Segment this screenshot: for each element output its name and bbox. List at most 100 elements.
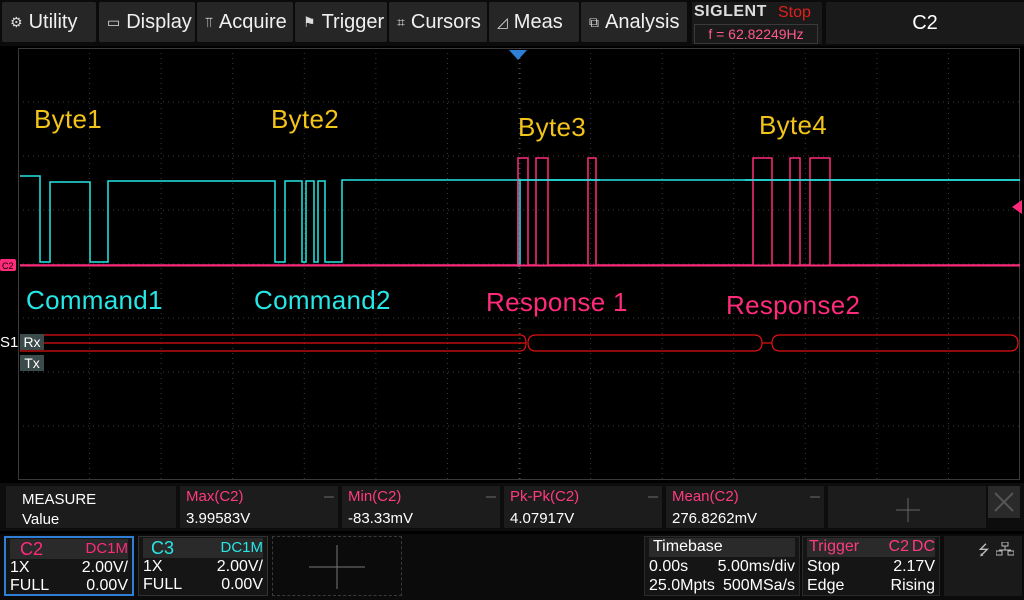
decode-bus-label: S1 bbox=[0, 334, 19, 351]
menu-display[interactable]: ▭ Display bbox=[99, 2, 195, 42]
c3-offset: 0.00V bbox=[221, 576, 263, 593]
menu-acquire[interactable]: ⫪ Acquire bbox=[197, 2, 293, 42]
annotation-byte2: Byte2 bbox=[271, 104, 339, 134]
c3-scale: 2.00V/ bbox=[216, 558, 263, 575]
menu-trigger[interactable]: ⚑ Trigger bbox=[295, 2, 387, 42]
trigger-header: Trigger C2 DC bbox=[807, 538, 935, 557]
c2-ground-marker-label: C2 bbox=[2, 261, 14, 271]
timebase-delay: 0.00s bbox=[649, 558, 689, 575]
timebase-header: Timebase bbox=[649, 538, 795, 557]
trigger-coupling: DC bbox=[911, 538, 935, 555]
c3-header: C3 DC1M bbox=[143, 538, 263, 558]
measure-mean-value: 276.8262mV bbox=[672, 510, 758, 527]
decode-tx-label: Tx bbox=[20, 355, 44, 371]
connectivity-panel: ⭍ bbox=[944, 536, 1022, 596]
c3-coupling: DC1M bbox=[220, 539, 263, 556]
annotation-byte1: Byte1 bbox=[34, 104, 102, 134]
decode-rx-label: Rx bbox=[20, 334, 44, 350]
measure-max-divider bbox=[324, 496, 334, 498]
measure-add-slot[interactable] bbox=[828, 486, 986, 528]
network-icon bbox=[996, 542, 1014, 556]
trigger-source: C2 bbox=[888, 538, 909, 555]
ruler-icon: ◿ bbox=[497, 13, 508, 30]
measure-pkpk-name: Pk-Pk(C2) bbox=[510, 488, 580, 505]
selected-channel[interactable]: C2 bbox=[826, 2, 1024, 44]
measure-mean-name: Mean(C2) bbox=[672, 488, 739, 505]
c2-ground-marker[interactable] bbox=[0, 259, 16, 271]
gear-icon: ⚙ bbox=[10, 13, 23, 30]
menu-analysis[interactable]: ⧉ Analysis bbox=[581, 2, 687, 42]
timebase-title: Timebase bbox=[653, 538, 723, 555]
menu-bar: ⚙ Utility ▭ Display ⫪ Acquire ⚑ Trigger ⌗ Cur… bbox=[0, 0, 1024, 46]
timebase-row-2: 25.0Mpts 500MSa/s bbox=[649, 577, 795, 596]
c2-row-offset: FULL 0.00V bbox=[10, 577, 128, 596]
trigger-mode: Stop bbox=[807, 558, 840, 575]
menu-meas[interactable]: ◿ Meas bbox=[489, 2, 579, 42]
channel-c2-box[interactable]: C2 DC1M 1X 2.00V/ FULL 0.00V bbox=[4, 536, 134, 596]
c3-name: C3 bbox=[151, 538, 175, 558]
measure-max[interactable]: Max(C2) 3.99583V bbox=[180, 486, 338, 528]
measure-panel: MEASURE Value Max(C2) 3.99583V Min(C2) -… bbox=[0, 483, 1024, 531]
timebase-box[interactable]: Timebase 0.00s 5.00ms/div 25.0Mpts 500MS… bbox=[644, 536, 800, 596]
run-state[interactable]: Stop bbox=[778, 4, 811, 22]
annotation-response2: Response2 bbox=[726, 290, 861, 320]
measure-min-divider bbox=[486, 496, 496, 498]
timebase-rate: 500MSa/s bbox=[722, 577, 795, 594]
trigger-title: Trigger bbox=[809, 538, 860, 555]
c3-probe: 1X bbox=[143, 558, 163, 575]
trigger-row-2: Edge Rising bbox=[807, 577, 935, 596]
c3-row-offset: FULL 0.00V bbox=[143, 576, 263, 595]
timebase-row-1: 0.00s 5.00ms/div bbox=[649, 558, 795, 577]
trigger-level: 2.17V bbox=[893, 558, 935, 575]
annotation-byte3: Byte3 bbox=[518, 112, 586, 142]
annotation-response1: Response 1 bbox=[486, 287, 628, 317]
annotation-command2: Command2 bbox=[254, 285, 391, 315]
c3-row-scale: 1X 2.00V/ bbox=[143, 558, 263, 577]
trigger-slope: Rising bbox=[890, 577, 935, 594]
measure-min-value: -83.33mV bbox=[348, 510, 414, 527]
c2-offset: 0.00V bbox=[86, 577, 128, 594]
measure-pkpk[interactable]: Pk-Pk(C2) 4.07917V bbox=[504, 486, 662, 528]
status-bar: C2 DC1M 1X 2.00V/ FULL 0.00V C3 DC1M 1X … bbox=[0, 534, 1024, 600]
measure-close-button[interactable] bbox=[988, 486, 1020, 518]
measure-min[interactable]: Min(C2) -83.33mV bbox=[342, 486, 500, 528]
flag-icon: ⚑ bbox=[303, 13, 316, 30]
measure-pkpk-value: 4.07917V bbox=[510, 510, 575, 527]
close-icon bbox=[994, 492, 1014, 512]
c2-scale: 2.00V/ bbox=[81, 559, 128, 576]
measure-mean[interactable]: Mean(C2) 276.8262mV bbox=[666, 486, 824, 528]
c2-bandwidth: FULL bbox=[10, 577, 50, 594]
trigger-row-1: Stop 2.17V bbox=[807, 558, 935, 577]
cursor-icon: ⌗ bbox=[397, 13, 405, 30]
plus-icon bbox=[896, 498, 920, 522]
trigger-box[interactable]: Trigger C2 DC Stop 2.17V Edge Rising bbox=[802, 536, 940, 596]
timebase-scale: 5.00ms/div bbox=[717, 558, 795, 575]
c2-name: C2 bbox=[20, 539, 44, 559]
analysis-icon: ⧉ bbox=[589, 13, 599, 30]
plus-icon bbox=[309, 545, 365, 589]
annotation-command1: Command1 bbox=[26, 285, 163, 315]
measure-title: MEASURE bbox=[22, 491, 97, 508]
measure-header: MEASURE Value bbox=[6, 486, 176, 528]
c2-coupling: DC1M bbox=[85, 540, 128, 557]
measure-value-label: Value bbox=[22, 511, 60, 528]
c2-row-scale: 1X 2.00V/ bbox=[10, 559, 128, 578]
add-channel-slot[interactable] bbox=[272, 536, 402, 596]
measure-mean-divider bbox=[810, 496, 820, 498]
measure-max-name: Max(C2) bbox=[186, 488, 244, 505]
monitor-icon: ▭ bbox=[107, 13, 121, 30]
usb-icon: ⭍ bbox=[978, 542, 990, 558]
annotation-byte4: Byte4 bbox=[759, 110, 827, 140]
menu-cursors[interactable]: ⌗ Cursors bbox=[389, 2, 487, 42]
c2-header: C2 DC1M bbox=[10, 539, 128, 559]
frequency-readout: f = 62.82249Hz bbox=[694, 24, 818, 44]
acquire-icon: ⫪ bbox=[205, 13, 213, 30]
measure-max-value: 3.99583V bbox=[186, 510, 251, 527]
c3-bandwidth: FULL bbox=[143, 576, 183, 593]
timebase-memory: 25.0Mpts bbox=[649, 577, 715, 594]
channel-c3-box[interactable]: C3 DC1M 1X 2.00V/ FULL 0.00V bbox=[138, 536, 268, 596]
brand-panel: SIGLENT Stop f = 62.82249Hz bbox=[692, 2, 822, 44]
measure-min-name: Min(C2) bbox=[348, 488, 402, 505]
menu-utility[interactable]: ⚙ Utility bbox=[2, 2, 96, 42]
c2-probe: 1X bbox=[10, 559, 30, 576]
